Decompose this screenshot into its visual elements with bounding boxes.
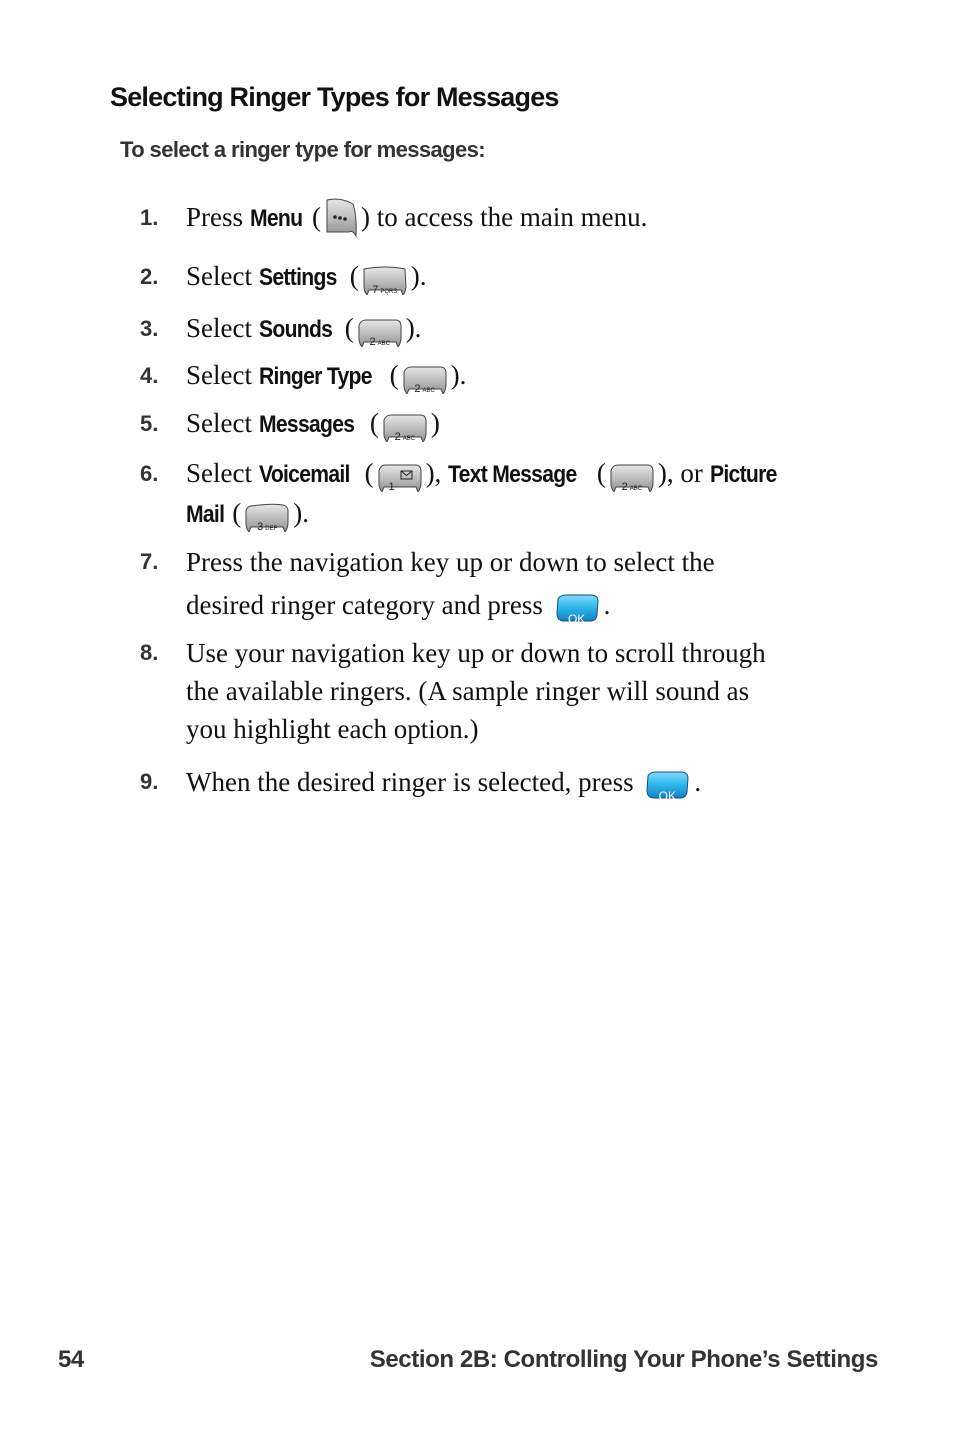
keyword-mail: Mail [186,501,225,528]
page-number: 54 [58,1346,84,1373]
step-text-line-2: Mail (3 DEF). [186,498,309,533]
keyword-picture: Picture [709,461,777,488]
keyword-settings: Settings [258,264,337,291]
step-text: Select Messages (2 ABC) [186,408,440,443]
step-text: Select Settings (7 PQRS). [186,261,427,296]
step-number: 1. [140,205,159,230]
key-2-abc-icon: 2 ABC [608,462,656,493]
keyword-menu: Menu [249,205,303,233]
keyword-sounds: Sounds [258,316,333,343]
menu-key-icon [323,196,359,240]
step-number: 2. [140,264,159,289]
key-2-abc-icon: 2 ABC [356,317,404,348]
step-text-line-1: Press the navigation key up or down to s… [186,547,715,577]
key-7-pqrs-icon: 7 PQRS [361,265,409,296]
step-text-line-2: desired ringer category and press OK. [186,590,611,626]
keyword-voicemail: Voicemail [258,461,350,488]
step-number: 4. [140,363,159,388]
step-text-line-1: Select Voicemail (1), Text Message (2 ABC… [186,458,777,493]
step-number: 9. [140,769,159,794]
step-number: 5. [140,411,159,436]
step-text-line-2: the available ringers. (A sample ringer … [186,676,750,706]
step-text: Select Ringer Type (2 ABC). [186,360,467,395]
step-number: 3. [140,316,159,341]
key-1-voicemail-icon: 1 [376,462,424,493]
step-number: 8. [140,640,159,665]
ok-key-icon: OK [644,770,690,803]
step-number: 6. [140,461,159,486]
procedure-intro: To select a ringer type for messages: [120,137,486,162]
key-2-abc-icon: 2 ABC [381,412,429,443]
step-text-line-1: Use your navigation key up or down to sc… [186,638,766,668]
step-number: 7. [140,549,159,574]
keyword-text-message: Text Message [448,461,577,488]
section-heading: Selecting Ringer Types for Messages [110,82,559,112]
step-text: When the desired ringer is selected, pre… [186,767,702,803]
step-text: Select Sounds (2 ABC). [186,313,422,348]
keyword-messages: Messages [258,411,355,438]
step-text: Press Menu () to access the main menu. [186,198,866,242]
section-footer-title: Section 2B: Controlling Your Phone’s Set… [369,1346,879,1373]
ok-key-icon: OK [554,593,600,626]
step-text-line-3: you highlight each option.) [186,714,479,744]
keyword-ringer-type: Ringer Type [258,363,372,390]
key-3-def-icon: 3 DEF [243,502,291,533]
key-2-abc-icon: 2 ABC [401,364,449,395]
